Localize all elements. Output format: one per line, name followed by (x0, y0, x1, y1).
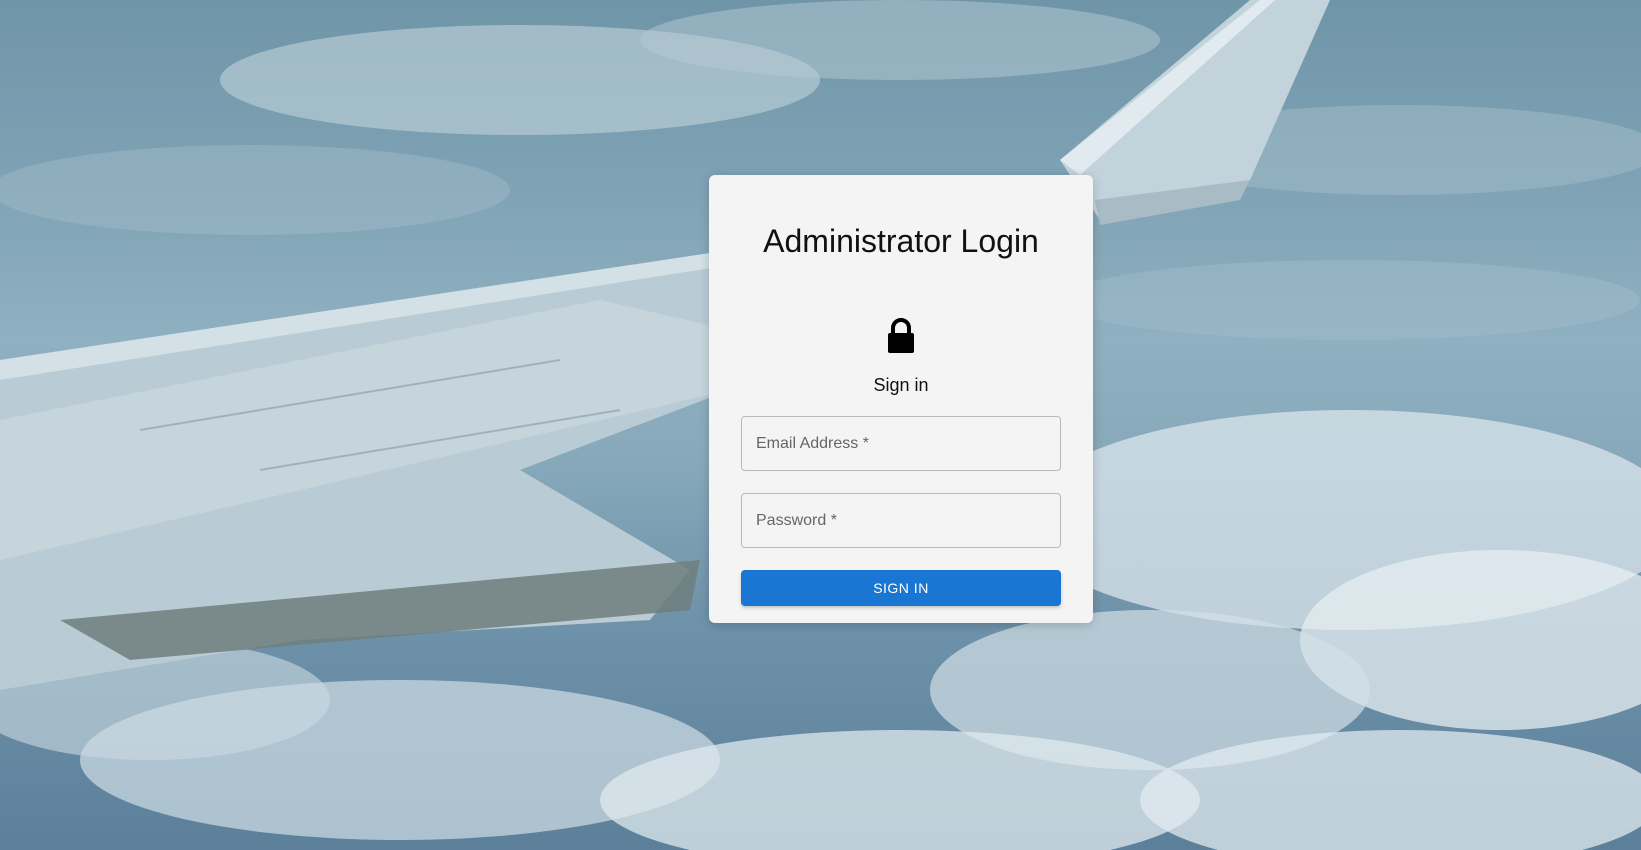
lock-icon (888, 318, 914, 353)
sign-in-subtitle: Sign in (873, 375, 929, 395)
page-title: Administrator Login (763, 223, 1039, 259)
email-field (741, 416, 1061, 471)
email-input[interactable] (742, 417, 1060, 470)
password-input[interactable] (742, 494, 1060, 547)
login-card: Administrator Login Sign in SIGN IN (709, 175, 1093, 623)
password-field (741, 493, 1061, 548)
sign-in-button[interactable]: SIGN IN (741, 570, 1061, 606)
